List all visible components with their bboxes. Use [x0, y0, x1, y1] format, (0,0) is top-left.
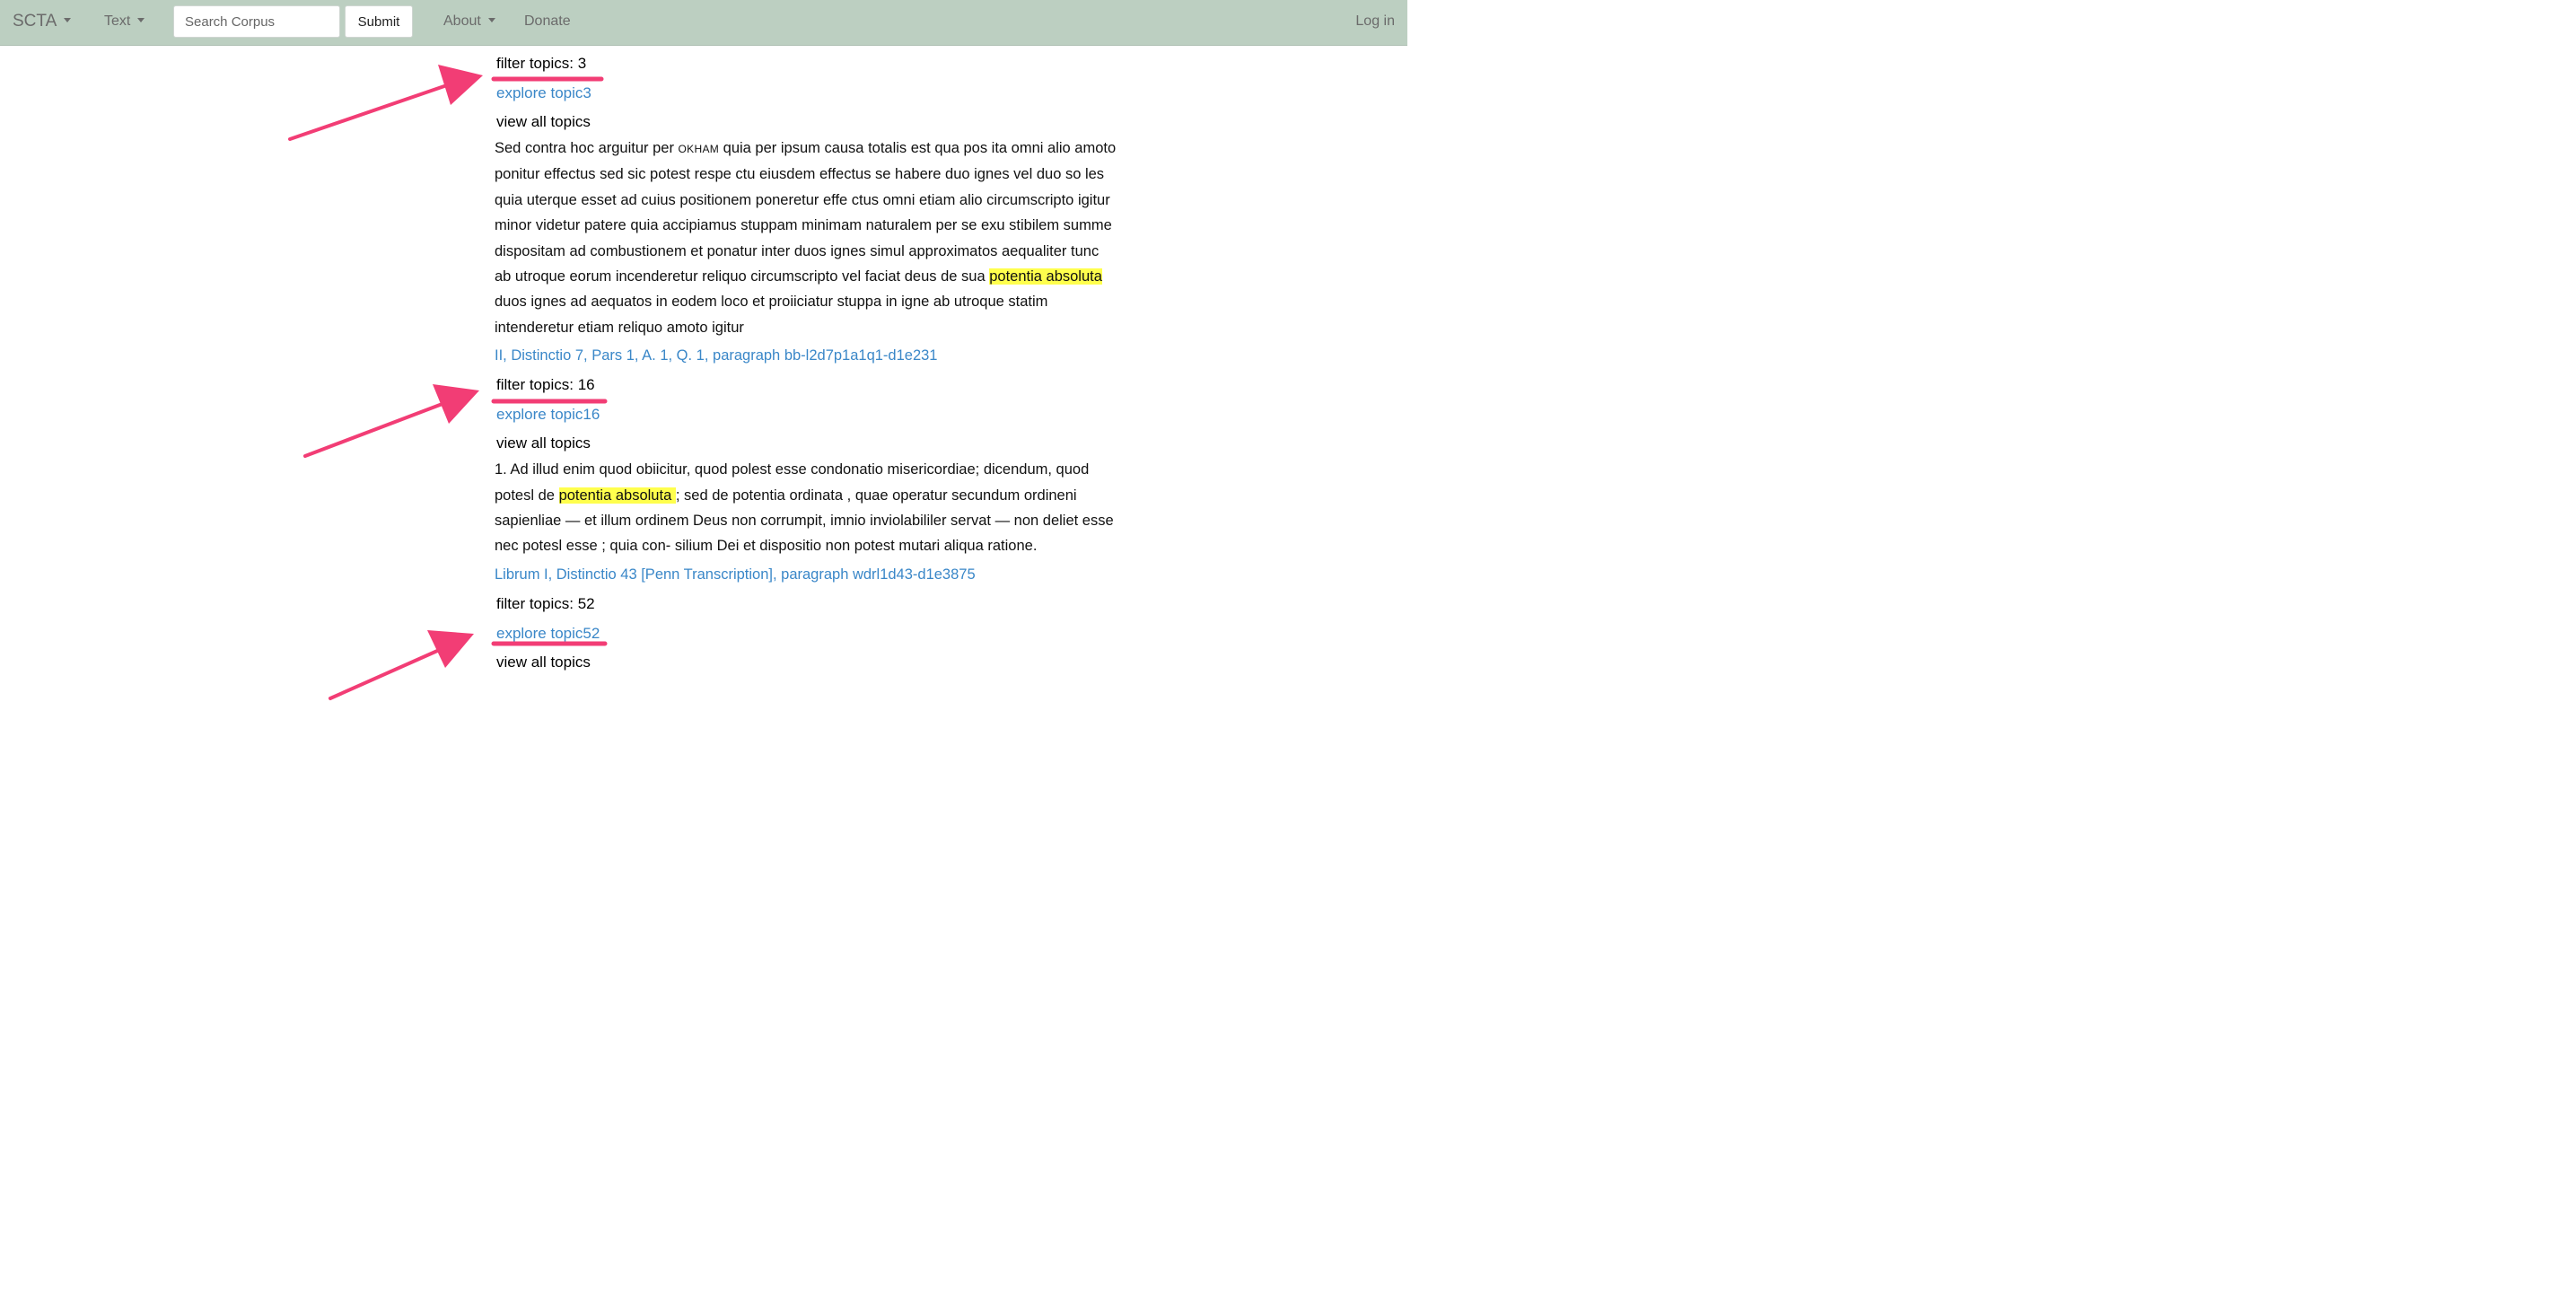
search-input[interactable]: [173, 5, 340, 38]
brand-menu[interactable]: SCTA: [13, 0, 72, 43]
explore-topic-link[interactable]: explore topic52: [495, 618, 1123, 648]
result-paragraph: 1. Ad illud enim quod obiicitur, quod po…: [495, 457, 1118, 559]
top-navbar: SCTA Text Submit About Donate Log in: [0, 0, 1407, 46]
annotation-arrow: [288, 84, 446, 141]
chevron-down-icon: [137, 18, 145, 23]
search-results: filter topics: 3 explore topic3 view all…: [495, 48, 1123, 676]
donate-link[interactable]: Donate: [524, 0, 571, 43]
annotation-arrow: [329, 646, 445, 700]
about-menu[interactable]: About: [443, 0, 495, 43]
login-link[interactable]: Log in: [1355, 0, 1395, 43]
chevron-down-icon: [487, 18, 495, 23]
filter-topics-label: filter topics: 52: [496, 594, 595, 612]
arrow-head-icon: [433, 384, 479, 424]
paragraph-text: quia per ipsum causa totalis est qua pos…: [495, 140, 1117, 285]
result-item: filter topics: 52 explore topic52 view a…: [495, 589, 1123, 676]
citation-link[interactable]: Librum I, Distinctio 43 [Penn Transcript…: [495, 561, 1123, 589]
filter-topics-label: filter topics: 16: [496, 376, 595, 394]
result-paragraph: Sed contra hoc arguitur per OKHAM quia p…: [495, 136, 1118, 340]
filter-topics-label: filter topics: 3: [496, 55, 587, 72]
search-highlight: potentia absoluta: [558, 487, 676, 504]
result-item: filter topics: 3 explore topic3 view all…: [495, 48, 1123, 370]
submit-button[interactable]: Submit: [345, 5, 413, 38]
text-menu-label: Text: [104, 13, 131, 29]
explore-topic-link[interactable]: explore topic16: [495, 399, 1123, 429]
annotation-arrow: [303, 400, 449, 458]
paragraph-text: Sed contra hoc arguitur per: [495, 140, 679, 156]
arrow-head-icon: [427, 630, 474, 668]
search-highlight: potentia absoluta: [989, 268, 1102, 285]
paragraph-text: duos ignes ad aequatos in eodem loco et …: [495, 294, 1048, 336]
author-smallcaps: OKHAM: [678, 143, 720, 155]
about-menu-label: About: [443, 13, 481, 29]
result-item: filter topics: 16 explore topic16 view a…: [495, 370, 1123, 589]
view-all-topics-link[interactable]: view all topics: [495, 429, 1123, 457]
arrow-head-icon: [438, 65, 483, 105]
view-all-topics-link[interactable]: view all topics: [495, 648, 1123, 676]
explore-topic-link[interactable]: explore topic3: [495, 78, 1123, 108]
brand-label: SCTA: [13, 12, 57, 31]
view-all-topics-link[interactable]: view all topics: [495, 108, 1123, 136]
chevron-down-icon: [64, 18, 72, 23]
citation-link[interactable]: II, Distinctio 7, Pars 1, A. 1, Q. 1, pa…: [495, 342, 1123, 370]
text-menu[interactable]: Text: [104, 0, 145, 43]
